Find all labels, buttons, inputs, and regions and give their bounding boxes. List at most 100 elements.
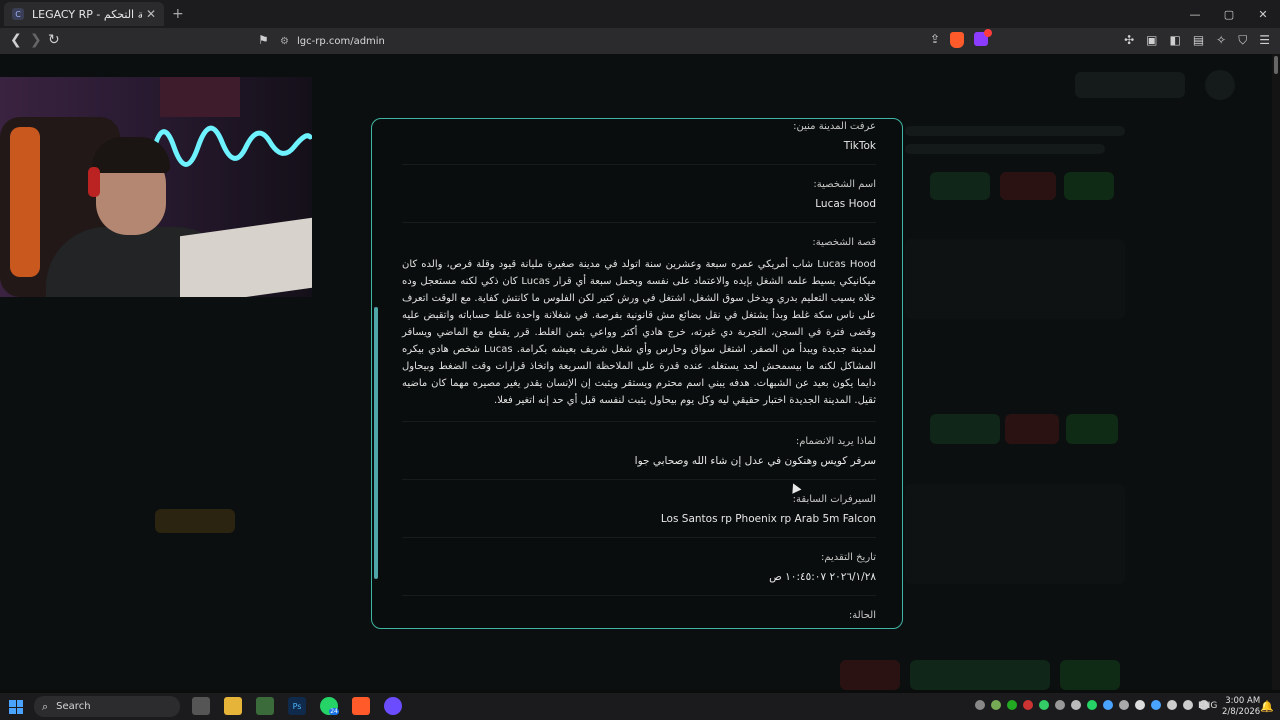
tray-icon[interactable] [1007, 700, 1017, 710]
back-button[interactable]: ❮ [10, 32, 22, 48]
backdrop-card [905, 484, 1125, 584]
bookmark-icon[interactable]: ⚑ [258, 33, 269, 47]
modal-content: عرفت المدينة منين: TikTok اسم الشخصية: L… [402, 119, 876, 628]
field-status: الحالة: [402, 610, 876, 628]
address-bar[interactable]: ⚙ lgc-rp.com/admin [280, 31, 1000, 51]
tray-icon[interactable] [1119, 700, 1129, 710]
file-explorer-icon[interactable] [224, 697, 242, 715]
tray-icon[interactable] [991, 700, 1001, 710]
backdrop-button [1064, 172, 1114, 200]
close-window-button[interactable]: ✕ [1246, 0, 1280, 28]
backdrop-button [910, 660, 1050, 690]
app-icon[interactable] [256, 697, 274, 715]
windows-start-icon[interactable] [9, 700, 23, 714]
field-submission-date: تاريخ التقديم: ٢٠٢٦/١/٢٨ ١٠:٤٥:٠٧ ص [402, 552, 876, 596]
field-value: ٢٠٢٦/١/٢٨ ١٠:٤٥:٠٧ ص [769, 571, 876, 583]
browser-tab[interactable]: C LEGACY RP - لوحة التحكم ✕ [4, 2, 164, 26]
notifications-icon[interactable]: 🔔 [1260, 700, 1274, 713]
field-label: تاريخ التقديم: [820, 552, 876, 563]
clock-date: 2/8/2026 [1222, 707, 1261, 717]
tray-icon[interactable] [1087, 700, 1097, 710]
sidebar-icon[interactable]: ◧ [1169, 33, 1180, 48]
site-favicon-icon: C [12, 8, 24, 20]
minimize-button[interactable]: — [1178, 0, 1212, 28]
backdrop-button [1060, 660, 1120, 690]
site-info-icon[interactable]: ⚙ [280, 36, 289, 47]
backdrop-button [1000, 172, 1056, 200]
brave-shields-icon[interactable] [950, 32, 965, 48]
backdrop-button [930, 414, 1000, 444]
windows-taskbar: ⌕ Search Ps 24 ENG 3:00 AM 2/8/2026 🔔 [0, 693, 1280, 720]
brave-rewards-icon[interactable] [974, 29, 993, 46]
field-label: الحالة: [848, 610, 876, 621]
clock-time: 3:00 AM [1225, 696, 1261, 706]
browser-right-icons: ✣ ▣ ◧ ▤ ✧ ⛉ ☰ [1124, 33, 1270, 48]
person-hair [92, 137, 170, 173]
tray-icon[interactable] [1151, 700, 1161, 710]
chair-accent [10, 127, 40, 277]
tab-groups-icon[interactable]: ▣ [1146, 33, 1157, 48]
page-scrollbar[interactable] [1272, 54, 1280, 690]
taskbar-search[interactable]: ⌕ Search [34, 696, 180, 717]
field-value: TikTok [843, 140, 876, 152]
whatsapp-badge: 24 [329, 707, 339, 715]
field-value: Los Santos rp Phoenix rp Arab 5m Falcon [660, 513, 876, 525]
backdrop-badge [155, 509, 235, 533]
tray-icon[interactable] [975, 700, 985, 710]
reload-button[interactable]: ↻ [48, 32, 60, 48]
field-value: سرفر كويس وهنكون في عدل إن شاء الله وصحا… [634, 455, 876, 467]
leo-ai-icon[interactable]: ✧ [1216, 33, 1226, 48]
tab-close-icon[interactable]: ✕ [146, 7, 156, 21]
field-label: عرفت المدينة منين: [793, 121, 876, 132]
field-previous-servers: السيرفرات السابقة: Los Santos rp Phoenix… [402, 494, 876, 538]
address-actions: ⇪ [930, 29, 993, 48]
browser-toolbar: ❮ ❯ ↻ ⚑ ⚙ lgc-rp.com/admin ⇪ ✣ ▣ ◧ ▤ ✧ ⛉… [0, 28, 1280, 54]
field-value: Lucas Hood شاب أمريكي عمره سبعة وعشرين س… [402, 259, 876, 406]
backdrop-text [905, 126, 1125, 136]
browser-tabbar: C LEGACY RP - لوحة التحكم ✕ + — ▢ ✕ [0, 0, 1280, 28]
menu-icon[interactable]: ☰ [1259, 33, 1270, 48]
field-why-join: لماذا يريد الانضمام: سرفر كويس وهنكون في… [402, 436, 876, 480]
vpn-icon[interactable]: ⛉ [1238, 33, 1247, 48]
wallet-icon[interactable]: ▤ [1193, 33, 1204, 48]
backdrop-button [1005, 414, 1059, 444]
wifi-icon[interactable] [1167, 700, 1177, 710]
maximize-button[interactable]: ▢ [1212, 0, 1246, 28]
new-tab-button[interactable]: + [172, 6, 184, 22]
page-scrollbar-thumb[interactable] [1274, 56, 1278, 74]
photoshop-icon[interactable]: Ps [288, 697, 306, 715]
tray-icon[interactable] [1039, 700, 1049, 710]
search-icon: ⌕ [42, 699, 49, 713]
tab-title: LEGACY RP - لوحة التحكم [32, 7, 142, 21]
brave-browser-icon[interactable] [352, 697, 370, 715]
search-label: Search [56, 701, 91, 712]
backdrop-button [840, 660, 900, 690]
tray-icon[interactable] [1135, 700, 1145, 710]
language-indicator[interactable]: ENG [1198, 701, 1217, 711]
field-label: السيرفرات السابقة: [792, 494, 876, 505]
field-value: Lucas Hood [815, 198, 876, 210]
extensions-icon[interactable]: ✣ [1124, 33, 1134, 48]
taskbar-clock[interactable]: 3:00 AM 2/8/2026 [1222, 696, 1260, 718]
whatsapp-icon[interactable]: 24 [320, 697, 339, 715]
modal-scrollbar[interactable] [374, 307, 378, 579]
tray-icon[interactable] [1055, 700, 1065, 710]
tray-icon[interactable] [1071, 700, 1081, 710]
field-label: لماذا يريد الانضمام: [795, 436, 876, 447]
system-tray [975, 700, 1209, 710]
tray-icon[interactable] [1023, 700, 1033, 710]
field-character-story: قصة الشخصية: Lucas Hood شاب أمريكي عمره … [402, 237, 876, 422]
task-view-icon[interactable] [192, 697, 210, 715]
application-details-modal[interactable]: عرفت المدينة منين: TikTok اسم الشخصية: L… [371, 118, 903, 629]
tray-icon[interactable] [1103, 700, 1113, 710]
logo-icon [1205, 70, 1235, 100]
window-controls: — ▢ ✕ [1178, 0, 1280, 28]
volume-icon[interactable] [1183, 700, 1193, 710]
backdrop-button [1066, 414, 1118, 444]
forward-button[interactable]: ❯ [30, 32, 42, 48]
logo-block [1075, 72, 1185, 98]
taskbar-apps: Ps 24 [192, 697, 402, 715]
discord-icon[interactable] [384, 697, 402, 715]
share-icon[interactable]: ⇪ [930, 32, 940, 48]
field-how-found: عرفت المدينة منين: TikTok [402, 119, 876, 165]
